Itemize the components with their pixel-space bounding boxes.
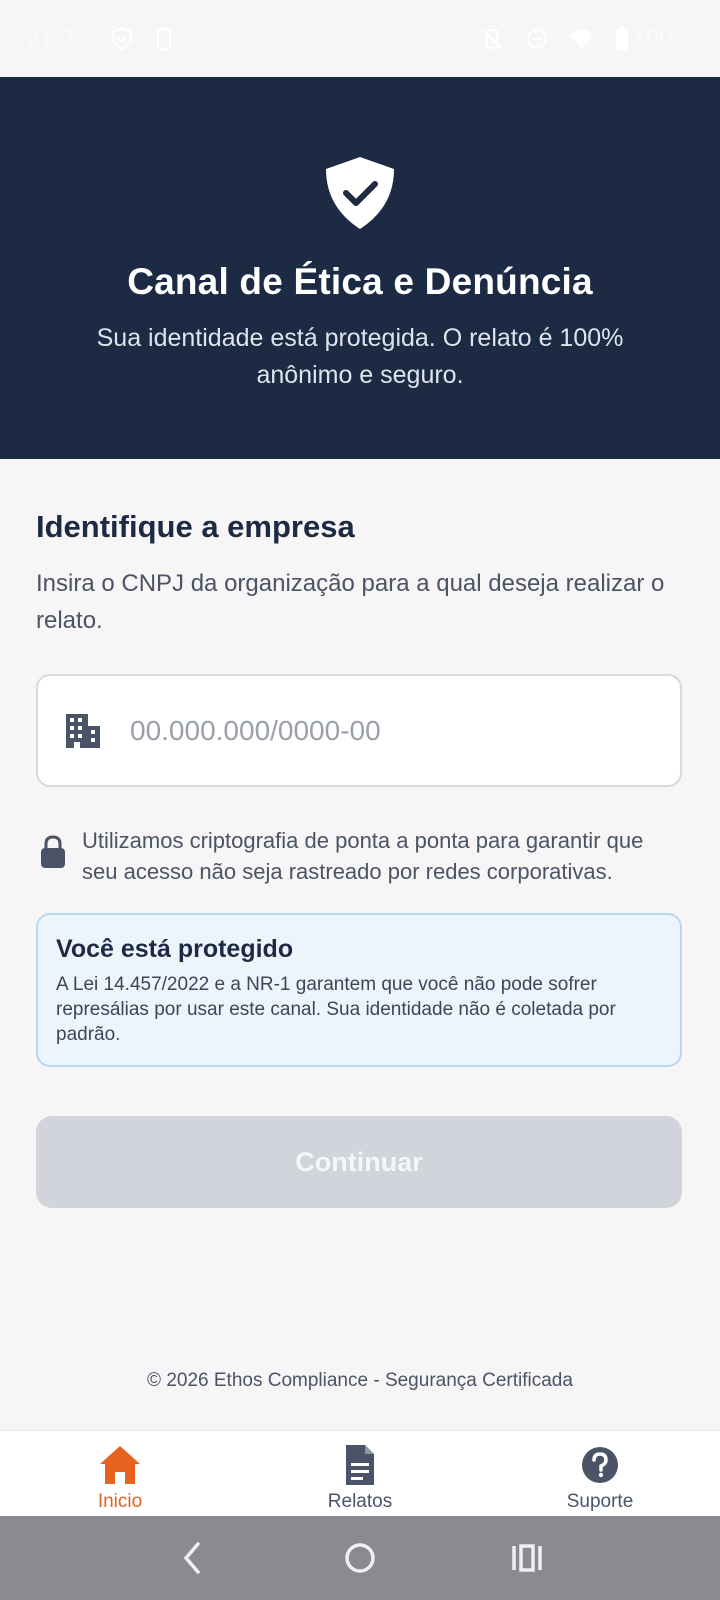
nav-item-suporte[interactable]: Suporte <box>480 1431 720 1516</box>
help-icon <box>582 1447 618 1483</box>
status-bar: 21:32 100% <box>0 0 720 77</box>
battery-icon: 100% <box>615 25 694 53</box>
status-time: 21:32 <box>26 24 89 52</box>
nav-item-relatos[interactable]: Relatos <box>240 1431 480 1516</box>
section-title: Identifique a empresa <box>36 509 355 544</box>
home-system-button[interactable] <box>338 1536 382 1580</box>
protection-text: A Lei 14.457/2022 e a NR-1 garantem que … <box>56 974 616 1045</box>
system-nav-bar <box>0 1516 720 1600</box>
lock-icon <box>41 835 65 868</box>
crypto-note-text: Utilizamos criptografia de ponta a ponta… <box>82 828 644 884</box>
nav-label-relatos: Relatos <box>327 1491 393 1512</box>
nav-label-suporte: Suporte <box>566 1491 634 1512</box>
home-icon <box>100 1446 140 1484</box>
phone-status-icon <box>155 27 173 51</box>
document-icon <box>346 1445 374 1485</box>
back-icon <box>184 1542 201 1574</box>
wifi-icon <box>569 27 595 51</box>
home-circle-icon <box>345 1543 375 1573</box>
nav-label-inicio: Inicio <box>97 1491 143 1512</box>
recents-button[interactable] <box>505 1536 549 1580</box>
section-description: Insira o CNPJ da organização para a qual… <box>36 570 665 634</box>
cnpj-field[interactable] <box>36 674 682 787</box>
cnpj-input[interactable] <box>128 696 648 766</box>
protection-title: Você está protegido <box>56 935 294 963</box>
recents-icon <box>511 1544 542 1572</box>
footer-copyright: © 2026 Ethos Compliance - Segurança Cert… <box>147 1370 573 1391</box>
shield-check-icon <box>326 157 394 229</box>
battery-percent: 100% <box>632 24 694 52</box>
bottom-nav: Inicio Relatos Suporte <box>0 1430 720 1516</box>
protection-info-box: Você está protegido A Lei 14.457/2022 e … <box>36 913 682 1067</box>
nav-item-inicio[interactable]: Inicio <box>0 1431 240 1516</box>
vibrate-off-icon <box>479 26 505 52</box>
header-banner: Canal de Ética e Denúncia Sua identidade… <box>0 77 720 459</box>
do-not-disturb-icon <box>525 27 549 51</box>
building-icon <box>66 714 100 748</box>
status-left: 21:32 <box>26 25 173 53</box>
shield-status-icon <box>109 26 135 52</box>
continue-button[interactable]: Continuar <box>36 1116 682 1208</box>
page-subtitle: Sua identidade está protegida. O relato … <box>96 324 624 389</box>
status-right: 100% <box>479 25 694 53</box>
back-button[interactable] <box>171 1536 215 1580</box>
page-title: Canal de Ética e Denúncia <box>127 261 593 302</box>
